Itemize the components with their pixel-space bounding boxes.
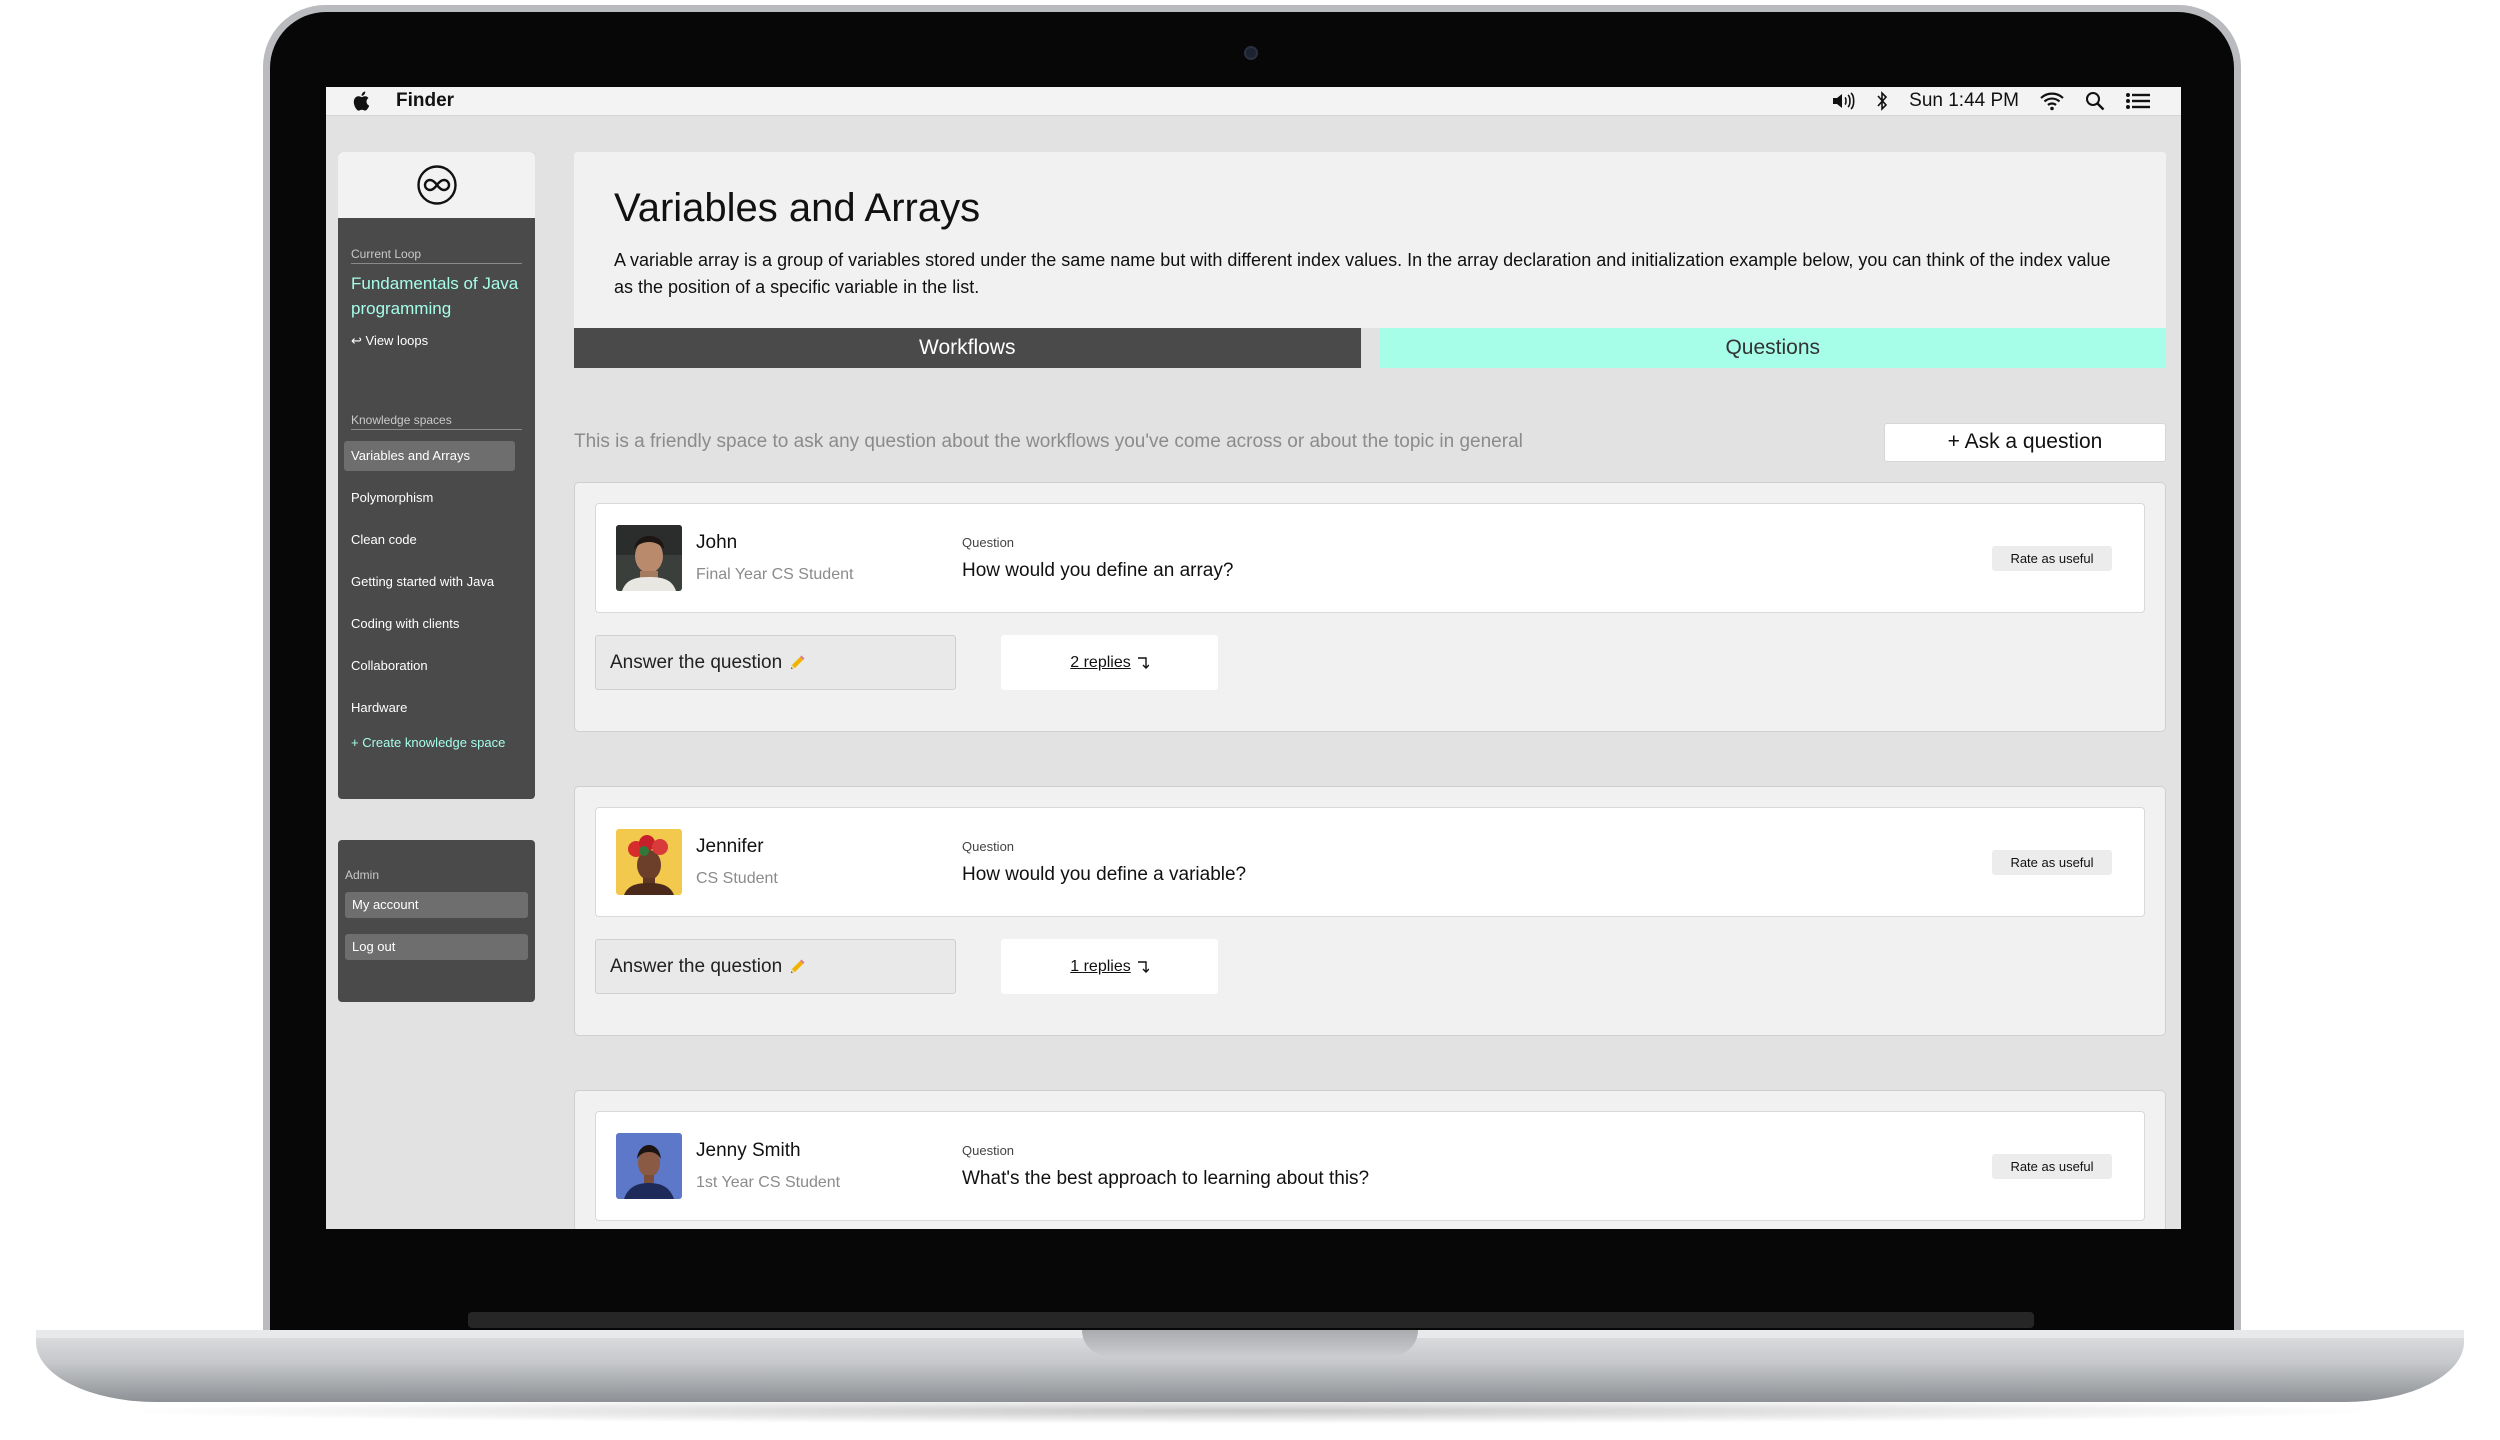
answer-input[interactable]: Answer the question	[595, 635, 956, 690]
question-card: John Final Year CS Student Question How …	[574, 482, 2166, 732]
rate-as-useful-button[interactable]: Rate as useful	[1992, 546, 2112, 571]
sidebar-item-clean-code[interactable]: Clean code	[344, 525, 515, 555]
main-content: Variables and Arrays A variable array is…	[574, 152, 2166, 1229]
rate-as-useful-button[interactable]: Rate as useful	[1992, 850, 2112, 875]
ask-question-button[interactable]: + Ask a question	[1884, 422, 2166, 462]
clock[interactable]: Sun 1:44 PM	[1909, 90, 2019, 112]
my-account-button[interactable]: My account	[345, 892, 528, 918]
view-loops-link[interactable]: ↩ View loops	[351, 333, 522, 349]
knowledge-spaces-list: Variables and Arrays Polymorphism Clean …	[344, 441, 522, 750]
current-loop-title[interactable]: Fundamentals of Java programming	[351, 271, 522, 321]
current-loop-section: Current Loop Fundamentals of Java progra…	[338, 247, 535, 750]
author: John Final Year CS Student	[696, 532, 962, 584]
question-header: John Final Year CS Student Question How …	[595, 503, 2145, 613]
pencil-icon	[788, 958, 806, 976]
screen: Finder Sun 1:44 PM Current Loop Fundamen…	[326, 87, 2181, 1229]
admin-caption: Admin	[345, 868, 380, 882]
admin-panel: Admin My account Log out	[338, 840, 535, 1002]
question-actions: Answer the question 2 replies	[595, 635, 2145, 690]
author: Jenny Smith 1st Year CS Student	[696, 1140, 962, 1192]
sidebar-item-polymorphism[interactable]: Polymorphism	[344, 483, 515, 513]
author: Jennifer CS Student	[696, 836, 962, 888]
question-content: Question What's the best approach to lea…	[962, 1143, 1369, 1190]
page-header: Variables and Arrays A variable array is…	[574, 152, 2166, 328]
author-name[interactable]: Jennifer	[696, 836, 962, 858]
question-header: Jennifer CS Student Question How would y…	[595, 807, 2145, 917]
answer-placeholder: Answer the question	[610, 955, 783, 977]
question-text: How would you define a variable?	[962, 863, 1247, 885]
rate-as-useful-button[interactable]: Rate as useful	[1992, 1154, 2112, 1179]
list-icon[interactable]	[2125, 91, 2151, 111]
question-card: Jennifer CS Student Question How would y…	[574, 786, 2166, 1036]
avatar[interactable]	[616, 1133, 682, 1199]
replies-link[interactable]: 1 replies	[1001, 939, 1218, 994]
question-content: Question How would you define an array?	[962, 535, 1233, 582]
laptop-hinge	[468, 1312, 2034, 1328]
author-role: 1st Year CS Student	[696, 1174, 841, 1191]
tab-questions[interactable]: Questions	[1379, 328, 2166, 368]
questions-intro-text: This is a friendly space to ask any ques…	[574, 431, 1523, 452]
question-header: Jenny Smith 1st Year CS Student Question…	[595, 1111, 2145, 1221]
status-area: Sun 1:44 PM	[1831, 90, 2151, 112]
reply-arrow-icon	[1137, 959, 1149, 975]
questions-intro-row: This is a friendly space to ask any ques…	[574, 422, 2166, 462]
reply-arrow-icon	[1137, 655, 1149, 671]
sidebar-item-collaboration[interactable]: Collaboration	[344, 651, 515, 681]
loop-logo[interactable]	[338, 152, 535, 218]
laptop-notch	[1082, 1330, 1418, 1356]
sidebar-item-getting-started[interactable]: Getting started with Java	[344, 567, 515, 597]
question-label: Question	[962, 838, 1015, 854]
pencil-icon	[788, 654, 806, 672]
volume-icon[interactable]	[1831, 91, 1855, 111]
author-role: Final Year CS Student	[696, 566, 854, 583]
app-name[interactable]: Finder	[396, 90, 454, 112]
infinity-logo-icon	[416, 165, 457, 205]
tab-workflows[interactable]: Workflows	[574, 328, 1361, 368]
current-loop-caption: Current Loop	[351, 247, 522, 264]
search-icon[interactable]	[2085, 91, 2105, 111]
sidebar-item-variables-and-arrays[interactable]: Variables and Arrays	[344, 441, 515, 471]
question-text: How would you define an array?	[962, 559, 1234, 581]
question-text: What's the best approach to learning abo…	[962, 1167, 1370, 1189]
stage: Finder Sun 1:44 PM Current Loop Fundamen…	[0, 0, 2500, 1440]
question-label: Question	[962, 1142, 1015, 1158]
menu-bar: Finder Sun 1:44 PM	[326, 87, 2181, 116]
replies-count[interactable]: 1 replies	[1070, 958, 1130, 976]
camera	[1244, 46, 1258, 60]
avatar[interactable]	[616, 525, 682, 591]
tab-bar: Workflows Questions	[574, 328, 2166, 368]
sidebar-item-coding-with-clients[interactable]: Coding with clients	[344, 609, 515, 639]
question-card: Jenny Smith 1st Year CS Student Question…	[574, 1090, 2166, 1229]
sidebar: Current Loop Fundamentals of Java progra…	[338, 152, 535, 799]
question-actions: Answer the question 1 replies	[595, 939, 2145, 994]
apple-icon[interactable]	[352, 90, 374, 112]
bluetooth-icon[interactable]	[1875, 91, 1889, 111]
knowledge-spaces-caption: Knowledge spaces	[351, 413, 522, 430]
answer-input[interactable]: Answer the question	[595, 939, 956, 994]
author-name[interactable]: John	[696, 532, 962, 554]
author-role: CS Student	[696, 870, 778, 887]
page-description: A variable array is a group of variables…	[614, 250, 2111, 297]
log-out-button[interactable]: Log out	[345, 934, 528, 960]
replies-count[interactable]: 2 replies	[1070, 654, 1130, 672]
create-knowledge-space-link[interactable]: + Create knowledge space	[351, 735, 522, 750]
wifi-icon[interactable]	[2039, 91, 2065, 111]
author-name[interactable]: Jenny Smith	[696, 1140, 962, 1162]
avatar[interactable]	[616, 829, 682, 895]
replies-link[interactable]: 2 replies	[1001, 635, 1218, 690]
question-label: Question	[962, 534, 1015, 550]
question-content: Question How would you define a variable…	[962, 839, 1246, 886]
page-title: Variables and Arrays	[614, 186, 981, 230]
sidebar-item-hardware[interactable]: Hardware	[344, 693, 515, 723]
answer-placeholder: Answer the question	[610, 651, 783, 673]
